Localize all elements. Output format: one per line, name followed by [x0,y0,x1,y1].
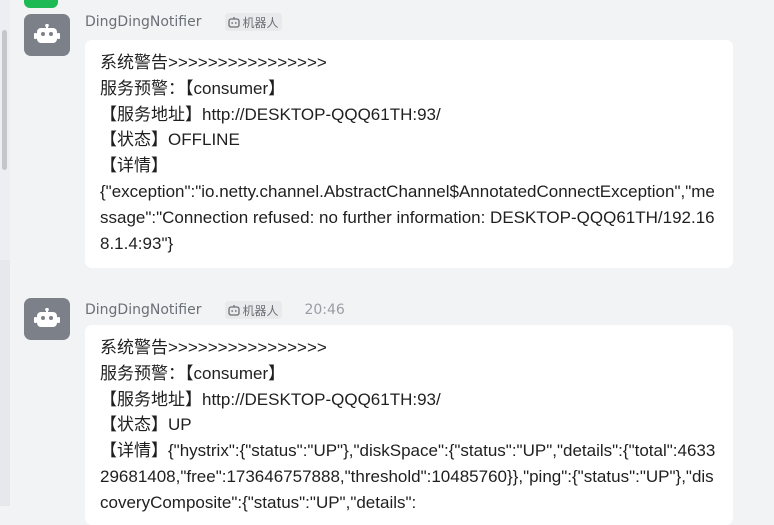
robot-icon [228,16,241,28]
badge-label: 机器人 [242,303,279,318]
robot-icon [228,304,241,316]
avatar[interactable] [24,14,70,56]
avatar[interactable] [24,298,70,340]
bot-badge: 机器人 [225,13,283,31]
message-line: 【状态】OFFLINE [100,130,240,150]
badge-label: 机器人 [242,15,279,30]
message-line: 系统警告>>>>>>>>>>>>>>>> [100,338,327,357]
sender-name[interactable]: DingDingNotifier [85,302,201,318]
message-line: 服务预警：【consumer】 [100,363,286,383]
message-header: DingDingNotifier 机器人 [85,11,283,33]
message-line: 【服务地址】http://DESKTOP-QQQ61TH:93/ [100,104,441,124]
message-line: 【详情】{"hystrix":{"status":"UP"},"diskSpac… [100,441,716,512]
message-line: 服务预警：【consumer】 [100,78,286,98]
message-bubble[interactable]: 系统警告>>>>>>>>>>>>>>>> 服务预警：【consumer】 【服务… [85,40,733,269]
message-line: 【状态】UP [100,415,192,435]
sidebar-edge [0,260,10,506]
robot-icon [34,308,60,327]
message-line: 【服务地址】http://DESKTOP-QQQ61TH:93/ [100,389,441,409]
app-badge-green [24,0,58,8]
message-time: 20:46 [304,302,345,318]
message-bubble[interactable]: 系统警告>>>>>>>>>>>>>>>> 服务预警：【consumer】 【服务… [85,325,733,525]
bot-badge: 机器人 [225,301,283,319]
message-line: 【详情】 [100,156,168,176]
message-header: DingDingNotifier 机器人 20:46 [85,299,345,321]
robot-icon [34,24,60,43]
sender-name[interactable]: DingDingNotifier [85,14,201,30]
scrollbar-thumb[interactable] [2,30,7,170]
message-line: 系统警告>>>>>>>>>>>>>>>> [100,53,327,72]
message-line: {"exception":"io.netty.channel.AbstractC… [100,181,715,253]
